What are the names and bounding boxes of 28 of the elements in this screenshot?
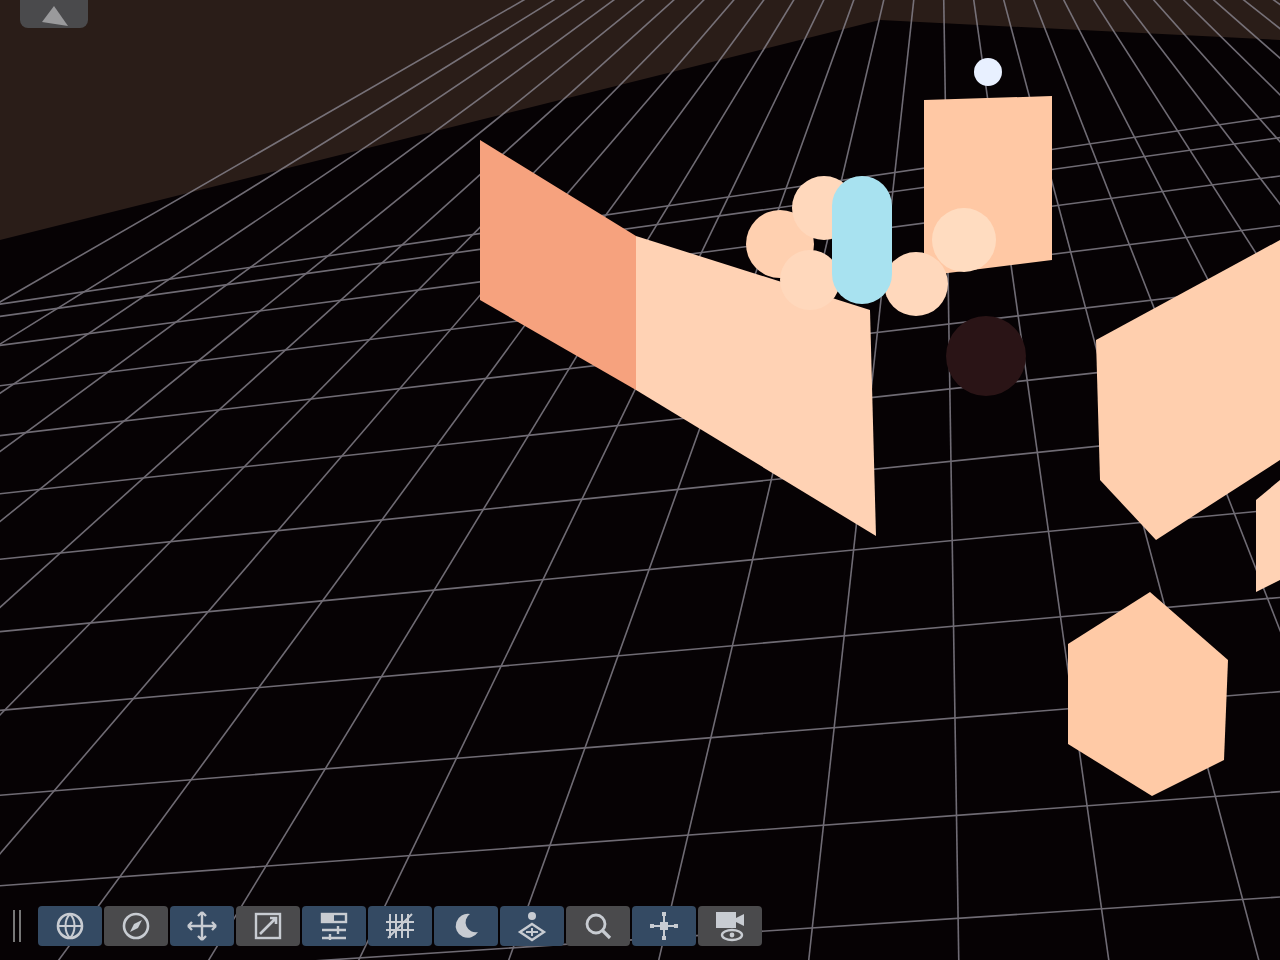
camera-icon: [714, 910, 746, 942]
hatch-icon: [384, 910, 416, 942]
toolbar-button[interactable]: [632, 906, 696, 946]
triangle-icon: [38, 4, 70, 28]
toolbar-button[interactable]: [368, 906, 432, 946]
grip-icon[interactable]: [12, 910, 22, 942]
crescent-icon: [450, 910, 482, 942]
move-arrows-icon: [186, 910, 218, 942]
view-button[interactable]: [20, 0, 88, 28]
light-icon: [974, 58, 1002, 86]
toolbar-button[interactable]: [38, 906, 102, 946]
toolbar-button[interactable]: [500, 906, 564, 946]
globe-icon: [54, 910, 86, 942]
toolbar-button[interactable]: [434, 906, 498, 946]
toolbar-button[interactable]: [566, 906, 630, 946]
scale-icon: [252, 910, 284, 942]
layers-icon: [516, 910, 548, 942]
compass-icon: [120, 910, 152, 942]
toolbar-button[interactable]: [170, 906, 234, 946]
toolbar-button[interactable]: [104, 906, 168, 946]
toolbar-button[interactable]: [698, 906, 762, 946]
toolbar-button[interactable]: [236, 906, 300, 946]
sliders-icon: [318, 910, 350, 942]
glowing-block: [1256, 480, 1280, 592]
dark-sphere: [946, 316, 1026, 396]
toolbar-button[interactable]: [302, 906, 366, 946]
nodes-icon: [648, 910, 680, 942]
search-icon: [582, 910, 614, 942]
